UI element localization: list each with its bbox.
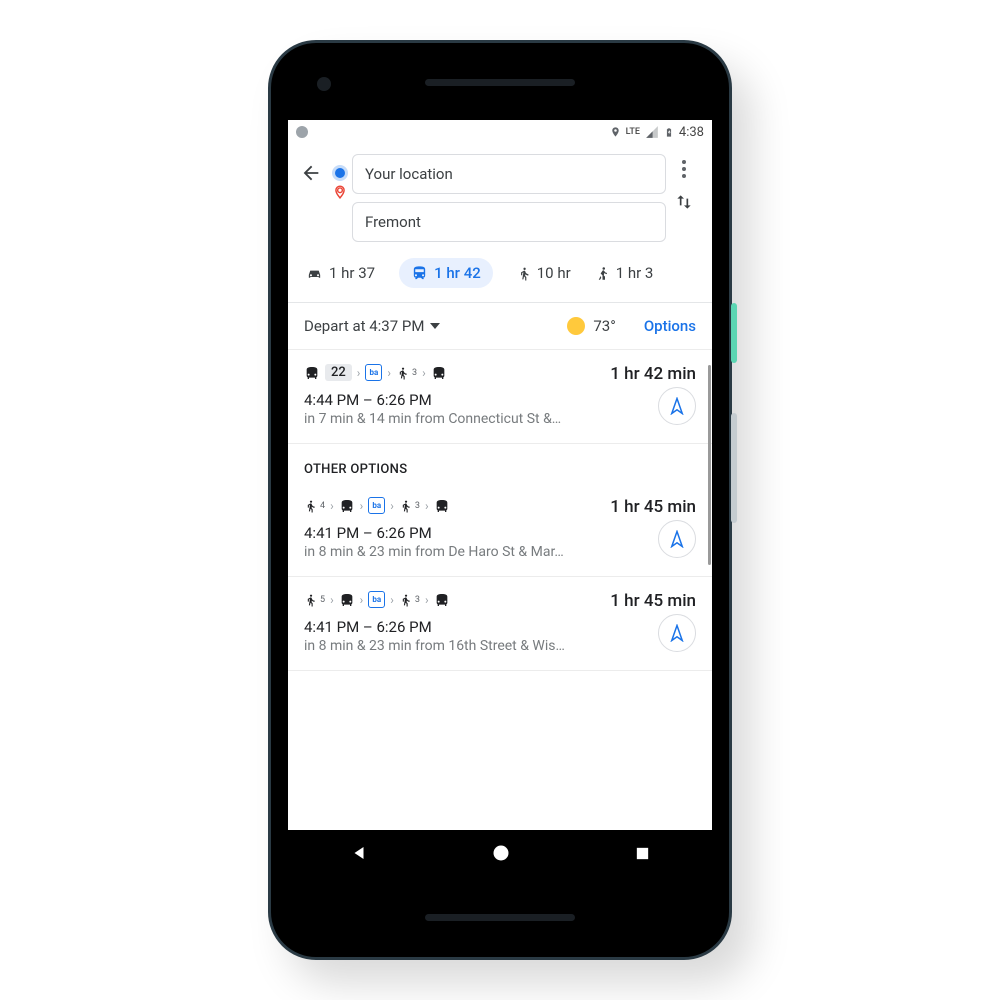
walk-icon xyxy=(396,365,409,381)
bus-route-badge: 22 xyxy=(325,364,352,381)
signal-icon xyxy=(645,125,659,139)
status-time: 4:38 xyxy=(679,125,704,140)
walk-icon xyxy=(304,498,317,514)
route-duration: 1 hr 45 min xyxy=(610,497,696,517)
walk-icon xyxy=(399,498,412,514)
walk-minutes: 3 xyxy=(415,501,420,511)
route-duration: 1 hr 42 min xyxy=(610,364,696,384)
swap-icon xyxy=(674,192,694,212)
route-times: 4:41 PM – 6:26 PM xyxy=(304,618,696,636)
phone-speaker-bottom xyxy=(425,914,575,921)
walk-minutes: 5 xyxy=(320,595,325,605)
android-nav-bar xyxy=(288,830,712,880)
back-arrow-icon xyxy=(300,162,322,184)
triangle-back-icon xyxy=(350,844,368,862)
depart-time-selector[interactable]: Depart at 4:37 PM xyxy=(304,317,440,335)
route-card-alt[interactable]: 5 › › ba › 3 › 1 hr 45 min 4:41 PM – 6:2… xyxy=(288,577,712,671)
weather: 73° xyxy=(567,317,615,335)
tab-car-label: 1 hr 37 xyxy=(329,264,375,282)
screen: LTE 4:38 Your location Fremont xyxy=(288,120,712,880)
more-menu-button[interactable] xyxy=(682,160,686,178)
bus-icon xyxy=(434,592,450,608)
depart-label: Depart at 4:37 PM xyxy=(304,317,424,335)
start-navigation-button[interactable] xyxy=(658,387,696,425)
dropdown-icon xyxy=(430,323,440,329)
tab-transit[interactable]: 1 hr 42 xyxy=(399,258,493,288)
navigation-icon xyxy=(668,530,686,548)
bart-icon: ba xyxy=(368,591,385,608)
bart-icon: ba xyxy=(368,497,385,514)
bus-icon xyxy=(339,592,355,608)
bart-icon: ba xyxy=(365,364,382,381)
network-label: LTE xyxy=(626,127,640,137)
temperature: 73° xyxy=(593,317,615,335)
walk-minutes: 4 xyxy=(320,501,325,511)
rideshare-icon xyxy=(595,265,610,282)
route-endpoints-graphic xyxy=(328,154,352,204)
route-times: 4:44 PM – 6:26 PM xyxy=(304,391,696,409)
circle-home-icon xyxy=(491,843,511,863)
bus-icon xyxy=(304,365,320,381)
origin-dot-icon xyxy=(335,168,345,178)
directions-header: Your location Fremont xyxy=(288,144,712,246)
walk-icon xyxy=(399,592,412,608)
mode-tabs: 1 hr 37 1 hr 42 10 hr 1 hr 3 xyxy=(288,246,712,303)
start-navigation-button[interactable] xyxy=(658,520,696,558)
bus-icon xyxy=(434,498,450,514)
route-times: 4:41 PM – 6:26 PM xyxy=(304,524,696,542)
nav-recents-button[interactable] xyxy=(634,845,651,866)
route-detail: in 8 min & 23 min from 16th Street & Wis… xyxy=(304,638,604,654)
walk-icon xyxy=(304,592,317,608)
tab-rideshare[interactable]: 1 hr 3 xyxy=(595,264,654,282)
swap-button[interactable] xyxy=(674,192,694,216)
destination-pin-icon xyxy=(333,184,347,204)
nav-back-button[interactable] xyxy=(350,844,368,866)
to-input[interactable]: Fremont xyxy=(352,202,666,242)
from-input[interactable]: Your location xyxy=(352,154,666,194)
route-detail: in 7 min & 14 min from Connecticut St &… xyxy=(304,411,604,427)
depart-row: Depart at 4:37 PM 73° Options xyxy=(288,303,712,350)
scrollbar[interactable] xyxy=(708,365,711,565)
route-detail: in 8 min & 23 min from De Haro St & Mar… xyxy=(304,544,604,560)
tab-car[interactable]: 1 hr 37 xyxy=(306,264,375,282)
walk-icon xyxy=(517,265,531,282)
tab-transit-label: 1 hr 42 xyxy=(434,264,481,282)
phone-camera xyxy=(317,77,331,91)
nav-home-button[interactable] xyxy=(491,843,511,867)
other-options-header: OTHER OPTIONS xyxy=(288,444,712,483)
options-link[interactable]: Options xyxy=(644,317,696,335)
battery-icon xyxy=(664,125,674,140)
car-icon xyxy=(306,265,323,282)
transit-icon xyxy=(411,265,428,282)
start-navigation-button[interactable] xyxy=(658,614,696,652)
sun-icon xyxy=(567,317,585,335)
location-icon xyxy=(610,125,621,139)
walk-minutes: 3 xyxy=(412,368,417,378)
phone-frame: LTE 4:38 Your location Fremont xyxy=(268,40,732,960)
tab-rideshare-label: 1 hr 3 xyxy=(616,264,654,282)
status-bar: LTE 4:38 xyxy=(288,120,712,144)
walk-minutes: 3 xyxy=(415,595,420,605)
status-dot xyxy=(296,126,308,138)
bus-icon xyxy=(431,365,447,381)
route-card-alt[interactable]: 4 › › ba › 3 › 1 hr 45 min 4:41 PM – 6:2… xyxy=(288,483,712,577)
route-card-primary[interactable]: 22 › ba › 3 › 1 hr 42 min 4:44 PM – 6:26… xyxy=(288,350,712,444)
navigation-icon xyxy=(668,624,686,642)
tab-walk[interactable]: 10 hr xyxy=(517,264,571,282)
bus-icon xyxy=(339,498,355,514)
navigation-icon xyxy=(668,397,686,415)
tab-walk-label: 10 hr xyxy=(537,264,571,282)
route-duration: 1 hr 45 min xyxy=(610,591,696,611)
square-recents-icon xyxy=(634,845,651,862)
back-button[interactable] xyxy=(298,154,328,188)
phone-speaker-top xyxy=(425,79,575,86)
